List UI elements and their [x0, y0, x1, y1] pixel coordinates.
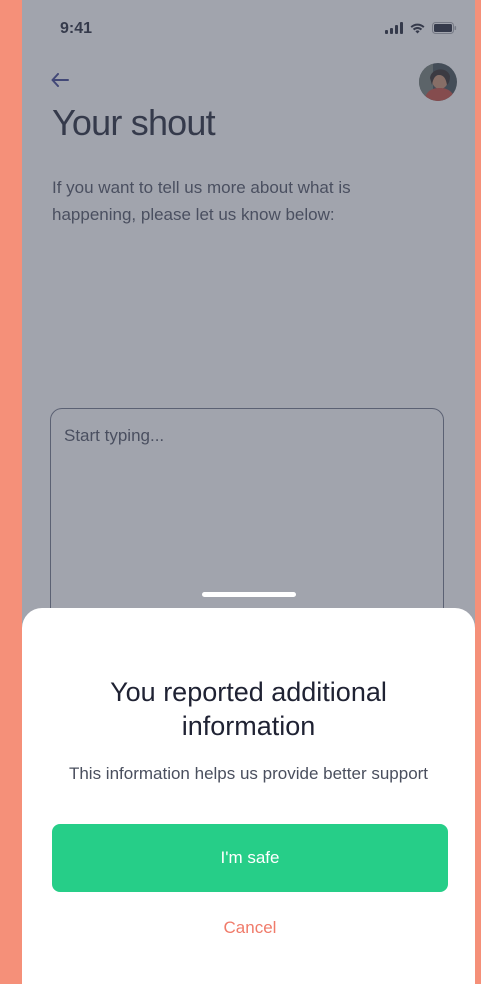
avatar-image: [419, 63, 457, 101]
signal-icon: [385, 22, 403, 34]
sheet-title: You reported additional information: [110, 677, 387, 741]
arrow-left-icon: [51, 73, 69, 87]
im-safe-button[interactable]: I'm safe: [52, 824, 448, 892]
status-icons: [385, 22, 457, 34]
cancel-button[interactable]: Cancel: [172, 912, 328, 944]
battery-icon: [432, 22, 457, 34]
shout-screen: 9:41 Your shout If you want to tell us m…: [22, 0, 475, 984]
sheet-subtitle: This information helps us provide better…: [68, 764, 429, 783]
confirmation-sheet: You reported additional information This…: [22, 608, 475, 984]
back-button[interactable]: [48, 68, 72, 92]
sheet-drag-handle[interactable]: [202, 592, 296, 597]
user-avatar[interactable]: [419, 63, 457, 101]
phone-frame: 9:41 Your shout If you want to tell us m…: [22, 0, 475, 984]
wifi-icon: [410, 23, 425, 34]
intro-text: If you want to tell us more about what i…: [52, 178, 351, 224]
page-title: Your shout: [52, 102, 216, 143]
status-time: 9:41: [60, 20, 93, 37]
